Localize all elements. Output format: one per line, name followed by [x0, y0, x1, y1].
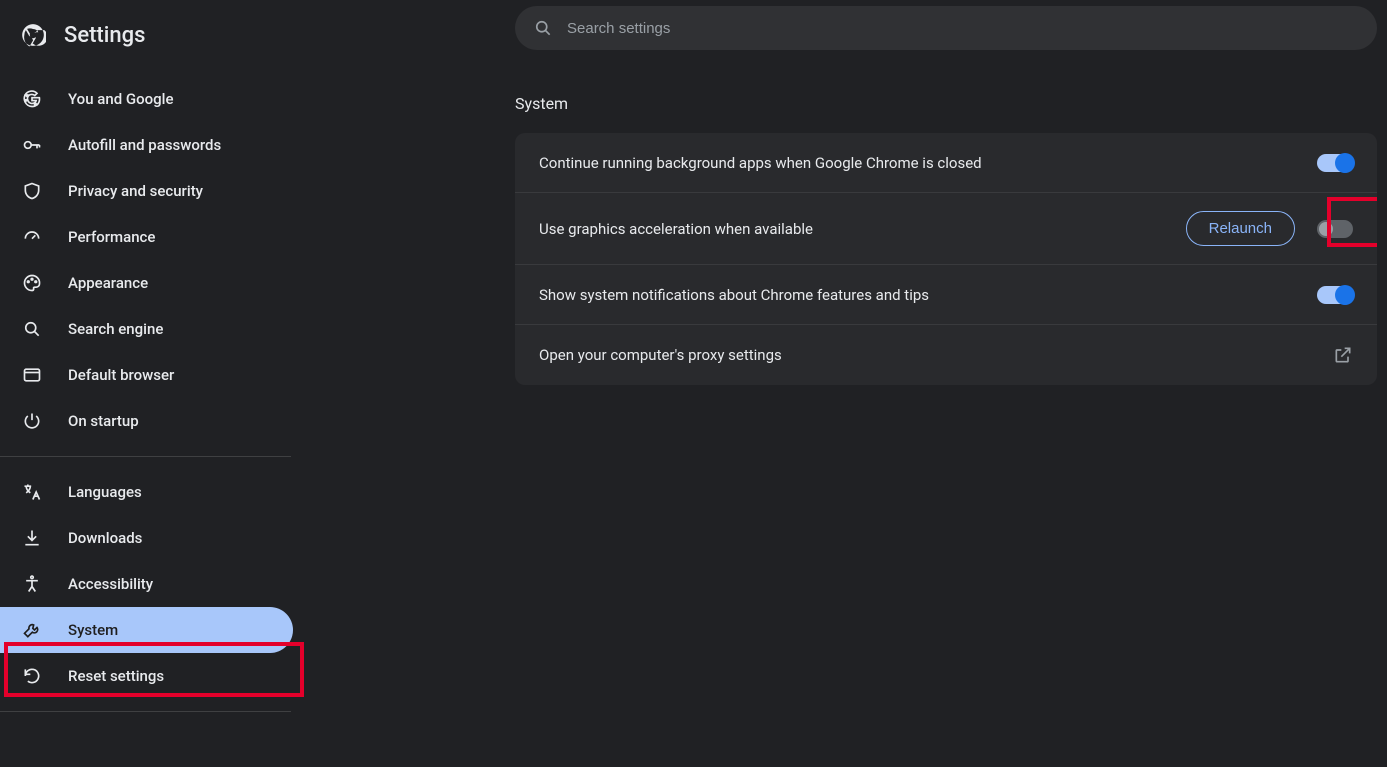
row-label: Use graphics acceleration when available	[539, 220, 813, 238]
sidebar-item-system[interactable]: System	[0, 607, 293, 653]
chrome-logo-icon	[20, 22, 46, 48]
search-icon	[22, 319, 42, 339]
key-icon	[22, 135, 42, 155]
sidebar-item-label: System	[68, 621, 118, 639]
row-system-notifications: Show system notifications about Chrome f…	[515, 265, 1377, 325]
google-icon	[22, 89, 42, 109]
download-icon	[22, 528, 42, 548]
sidebar-item-search-engine[interactable]: Search engine	[0, 306, 293, 352]
sidebar-item-label: Downloads	[68, 529, 142, 547]
reset-icon	[22, 666, 42, 686]
relaunch-button[interactable]: Relaunch	[1186, 211, 1295, 246]
sidebar-item-label: Accessibility	[68, 575, 153, 593]
system-settings-card: Continue running background apps when Go…	[515, 133, 1377, 385]
sidebar-item-languages[interactable]: Languages	[0, 469, 293, 515]
toggle-system-notifications[interactable]	[1317, 286, 1353, 304]
sidebar-divider	[0, 456, 291, 457]
sidebar-item-label: On startup	[68, 412, 139, 430]
sidebar-item-label: Languages	[68, 483, 142, 501]
sidebar-item-default-browser[interactable]: Default browser	[0, 352, 293, 398]
search-icon	[533, 18, 553, 38]
sidebar-item-label: Default browser	[68, 366, 174, 384]
row-label: Show system notifications about Chrome f…	[539, 286, 929, 304]
sidebar-item-accessibility[interactable]: Accessibility	[0, 561, 293, 607]
wrench-icon	[22, 620, 42, 640]
nav-group-2: Languages Downloads Accessibility System…	[0, 465, 305, 703]
row-background-apps: Continue running background apps when Go…	[515, 133, 1377, 193]
palette-icon	[22, 273, 42, 293]
search-bar[interactable]	[515, 6, 1377, 50]
page-title: Settings	[64, 23, 145, 48]
main-content: System Continue running background apps …	[305, 0, 1387, 767]
sidebar-item-label: Privacy and security	[68, 182, 203, 200]
sidebar-item-label: Performance	[68, 228, 155, 246]
toggle-background-apps[interactable]	[1317, 154, 1353, 172]
nav-group-1: You and Google Autofill and passwords Pr…	[0, 72, 305, 448]
sidebar-item-label: Appearance	[68, 274, 148, 292]
power-icon	[22, 411, 42, 431]
row-graphics-acceleration: Use graphics acceleration when available…	[515, 193, 1377, 265]
sidebar-header: Settings	[0, 12, 305, 72]
sidebar-item-reset[interactable]: Reset settings	[0, 653, 293, 699]
sidebar-item-privacy[interactable]: Privacy and security	[0, 168, 293, 214]
row-proxy-settings[interactable]: Open your computer's proxy settings	[515, 325, 1377, 385]
sidebar-item-label: Reset settings	[68, 667, 164, 685]
section-title: System	[515, 94, 1377, 113]
sidebar-item-label: Search engine	[68, 320, 163, 338]
translate-icon	[22, 482, 42, 502]
sidebar-item-you-google[interactable]: You and Google	[0, 76, 293, 122]
row-label: Open your computer's proxy settings	[539, 346, 782, 364]
settings-sidebar: Settings You and Google Autofill and pas…	[0, 0, 305, 767]
accessibility-icon	[22, 574, 42, 594]
external-link-icon	[1333, 345, 1353, 365]
row-label: Continue running background apps when Go…	[539, 154, 982, 172]
sidebar-item-label: You and Google	[68, 90, 173, 108]
sidebar-item-appearance[interactable]: Appearance	[0, 260, 293, 306]
sidebar-item-performance[interactable]: Performance	[0, 214, 293, 260]
sidebar-item-downloads[interactable]: Downloads	[0, 515, 293, 561]
sidebar-item-autofill[interactable]: Autofill and passwords	[0, 122, 293, 168]
shield-icon	[22, 181, 42, 201]
speedometer-icon	[22, 227, 42, 247]
sidebar-divider-2	[0, 711, 291, 712]
toggle-graphics-acceleration[interactable]	[1317, 220, 1353, 238]
sidebar-item-label: Autofill and passwords	[68, 136, 221, 154]
sidebar-item-on-startup[interactable]: On startup	[0, 398, 293, 444]
search-input[interactable]	[567, 20, 1359, 37]
browser-icon	[22, 365, 42, 385]
